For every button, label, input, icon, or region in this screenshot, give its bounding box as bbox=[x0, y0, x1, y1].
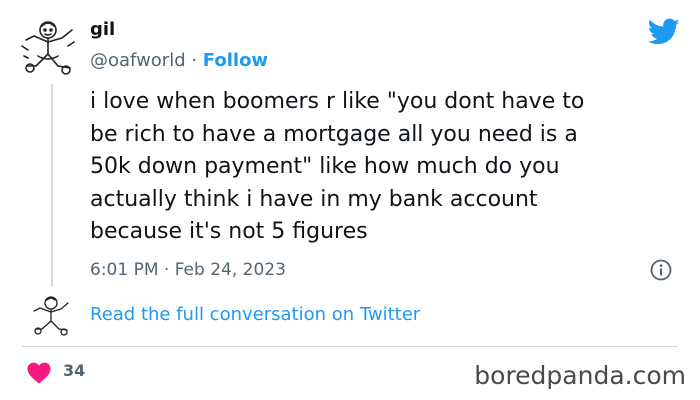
read-full-conversation-link[interactable]: Read the full conversation on Twitter bbox=[90, 303, 420, 327]
author-handle-row: @oafworld · Follow bbox=[90, 49, 268, 73]
divider bbox=[22, 346, 678, 347]
author-handle[interactable]: @oafworld bbox=[90, 50, 186, 71]
author-display-name[interactable]: gil bbox=[90, 19, 115, 41]
watermark: boredpanda.com bbox=[474, 361, 686, 390]
reply-avatar-icon bbox=[33, 296, 69, 336]
follow-button[interactable]: Follow bbox=[203, 50, 268, 71]
author-avatar-icon[interactable] bbox=[18, 16, 78, 78]
like-count: 34 bbox=[63, 361, 86, 380]
thread-connector-line bbox=[51, 84, 53, 286]
tweet-card: gil @oafworld · Follow i love when boome… bbox=[0, 0, 700, 400]
info-icon[interactable] bbox=[650, 259, 672, 281]
handle-separator: · bbox=[185, 50, 203, 71]
twitter-bird-icon[interactable] bbox=[648, 18, 680, 46]
tweet-text: i love when boomers r like "you dont hav… bbox=[90, 89, 585, 244]
tweet-timestamp[interactable]: 6:01 PM · Feb 24, 2023 bbox=[90, 258, 286, 282]
heart-icon[interactable] bbox=[27, 362, 51, 384]
